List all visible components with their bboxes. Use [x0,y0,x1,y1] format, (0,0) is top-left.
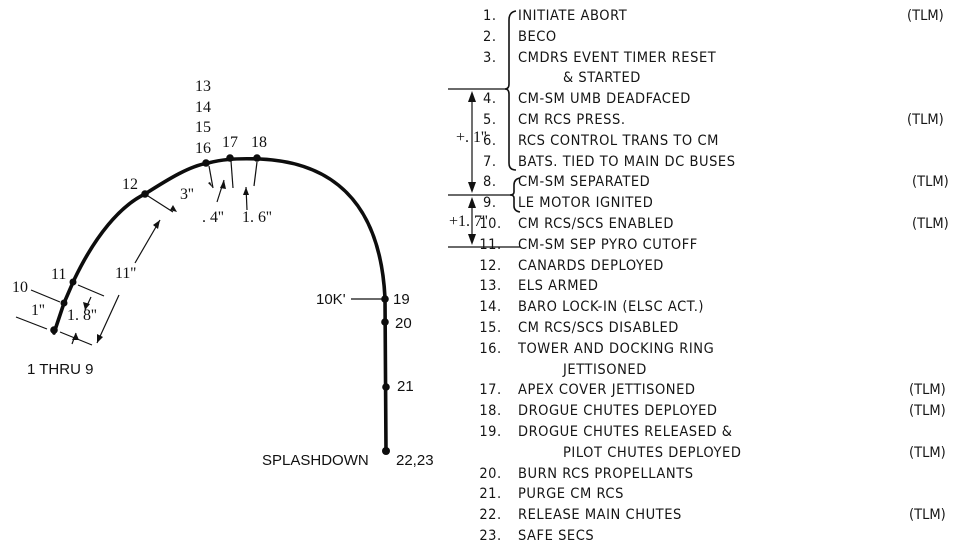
point-19 [381,295,389,303]
point-label-11: 11 [51,266,66,283]
altitude-marker-label: 10K' [316,291,346,308]
point-1-9 [50,326,58,334]
point-20 [381,318,389,326]
dimension-1in: 1'' [31,302,45,319]
timing-plus-0-1: +. 1'' [456,129,487,146]
point-label-18: 18 [251,134,267,151]
point-16 [202,159,210,167]
point-12 [141,190,149,198]
point-label-13: 13 [195,78,211,95]
brace-8-9 [509,177,521,213]
arrowheads [72,91,476,343]
point-label-10: 10 [12,279,28,296]
point-label-12: 12 [122,176,138,193]
point-10 [60,299,68,307]
timing-plus-1-7: +1. 7'' [449,213,488,230]
point-label-21: 21 [397,378,414,395]
point-17 [226,154,234,162]
start-label: 1 THRU 9 [27,361,93,378]
point-11 [69,278,77,286]
point-label-14: 14 [195,99,211,116]
dimension-3in: 3'' [180,186,194,203]
point-label-16: 16 [195,140,211,157]
brace-1-7 [504,10,517,171]
point-22-23 [382,447,390,455]
point-label-20: 20 [395,315,412,332]
point-label-19: 19 [393,291,410,308]
point-label-15: 15 [195,119,211,136]
point-21 [382,383,390,391]
point-label-17: 17 [222,134,238,151]
dimension-11in: 11'' [115,265,136,282]
point-label-22-23: 22,23 [396,452,434,469]
dimension-04in: . 4'' [202,209,224,226]
trajectory-diagram: 10 11 12 13 14 15 16 17 18 19 20 21 22,2… [12,10,521,469]
point-18 [253,154,261,162]
dimension-1-8in: 1. 8'' [67,307,97,324]
splashdown-label: SPLASHDOWN [262,452,369,469]
dimension-1-6in: 1. 6'' [242,209,272,226]
